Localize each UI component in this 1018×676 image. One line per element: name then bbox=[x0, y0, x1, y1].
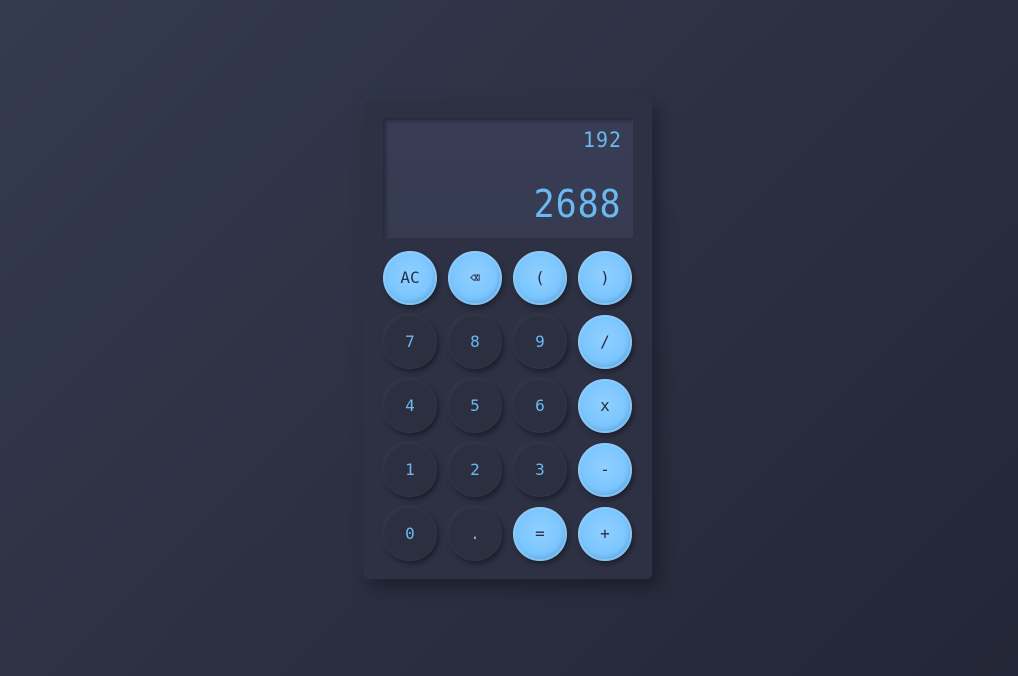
calculator: 192 2688 AC ⌫ ( ) 7 8 9 / 4 5 6 x 1 2 3 … bbox=[364, 100, 652, 579]
digit-8-label: 8 bbox=[470, 332, 480, 351]
digit-0-label: 0 bbox=[405, 524, 415, 543]
digit-1-label: 1 bbox=[405, 460, 415, 479]
digit-5-button[interactable]: 5 bbox=[448, 379, 502, 433]
multiply-label: x bbox=[600, 396, 610, 415]
digit-6-button[interactable]: 6 bbox=[513, 379, 567, 433]
add-button[interactable]: + bbox=[578, 507, 632, 561]
digit-9-button[interactable]: 9 bbox=[513, 315, 567, 369]
divide-label: / bbox=[600, 332, 610, 351]
close-paren-button[interactable]: ) bbox=[578, 251, 632, 305]
digit-1-button[interactable]: 1 bbox=[383, 443, 437, 497]
equals-button[interactable]: = bbox=[513, 507, 567, 561]
expression-readout: 192 bbox=[583, 128, 622, 152]
digit-4-label: 4 bbox=[405, 396, 415, 415]
equals-label: = bbox=[535, 524, 545, 543]
digit-2-button[interactable]: 2 bbox=[448, 443, 502, 497]
digit-3-button[interactable]: 3 bbox=[513, 443, 567, 497]
divide-button[interactable]: / bbox=[578, 315, 632, 369]
digit-6-label: 6 bbox=[535, 396, 545, 415]
result-readout: 2688 bbox=[534, 182, 622, 226]
subtract-button[interactable]: - bbox=[578, 443, 632, 497]
digit-9-label: 9 bbox=[535, 332, 545, 351]
digit-7-button[interactable]: 7 bbox=[383, 315, 437, 369]
digit-4-button[interactable]: 4 bbox=[383, 379, 437, 433]
digit-8-button[interactable]: 8 bbox=[448, 315, 502, 369]
multiply-button[interactable]: x bbox=[578, 379, 632, 433]
open-paren-label: ( bbox=[535, 268, 545, 287]
calculator-display: 192 2688 bbox=[383, 118, 633, 238]
decimal-button[interactable]: . bbox=[448, 507, 502, 561]
digit-7-label: 7 bbox=[405, 332, 415, 351]
add-label: + bbox=[600, 524, 610, 543]
backspace-icon: ⌫ bbox=[470, 268, 480, 287]
backspace-button[interactable]: ⌫ bbox=[448, 251, 502, 305]
decimal-label: . bbox=[470, 524, 480, 543]
clear-button[interactable]: AC bbox=[383, 251, 437, 305]
clear-label: AC bbox=[400, 268, 420, 287]
digit-5-label: 5 bbox=[470, 396, 480, 415]
close-paren-label: ) bbox=[600, 268, 610, 287]
subtract-label: - bbox=[600, 460, 610, 479]
digit-0-button[interactable]: 0 bbox=[383, 507, 437, 561]
digit-2-label: 2 bbox=[470, 460, 480, 479]
open-paren-button[interactable]: ( bbox=[513, 251, 567, 305]
keypad: AC ⌫ ( ) 7 8 9 / 4 5 6 x 1 2 3 - 0 . = + bbox=[383, 251, 634, 562]
digit-3-label: 3 bbox=[535, 460, 545, 479]
